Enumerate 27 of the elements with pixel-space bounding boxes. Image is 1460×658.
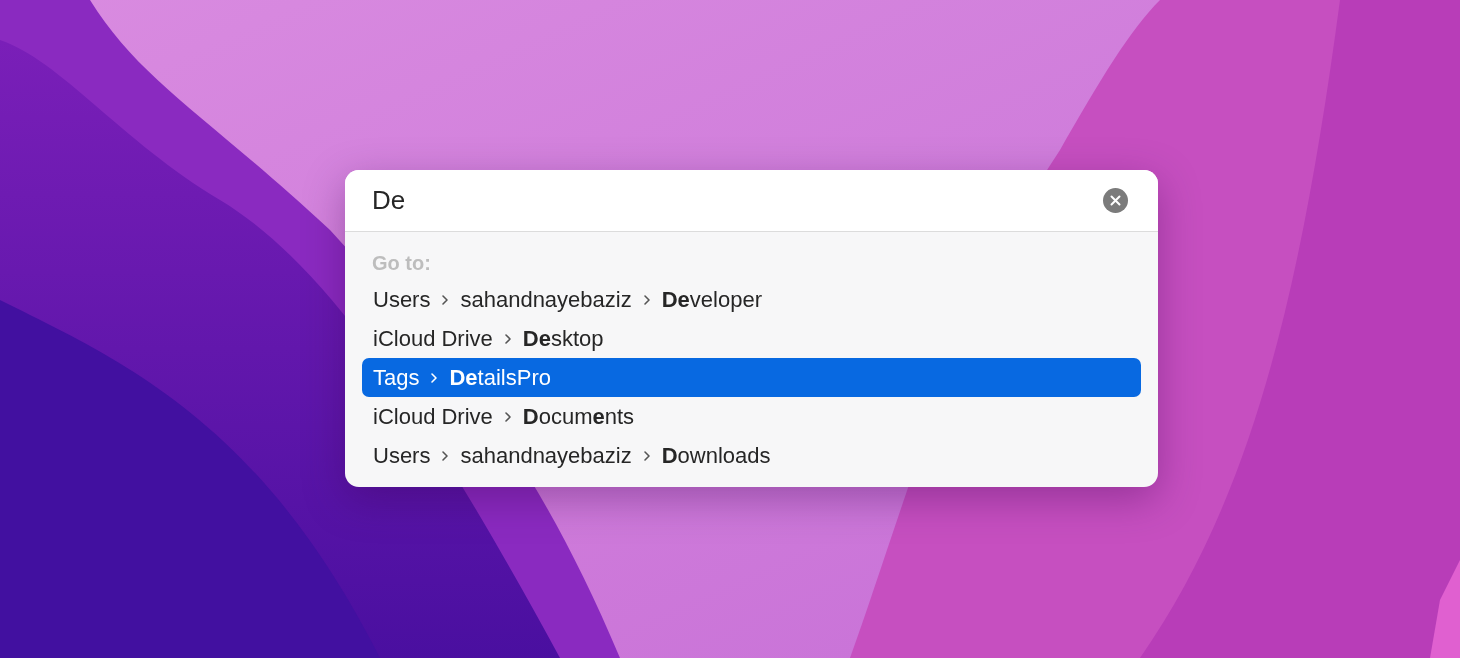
- path-label: Users: [373, 442, 431, 470]
- path-label: DetailsPro: [449, 364, 551, 392]
- section-label: Go to:: [371, 251, 432, 276]
- chevron-icon: [503, 332, 512, 345]
- path-label: sahandnayebaziz: [460, 442, 632, 470]
- path-result[interactable]: iCloud Drive Desktop: [362, 319, 1141, 358]
- chevron-icon: [642, 293, 651, 306]
- path-label: Documents: [522, 403, 635, 431]
- close-icon: [1110, 195, 1121, 206]
- search-field[interactable]: De: [345, 170, 1158, 232]
- path-result[interactable]: Users sahandnayebaziz Downloads: [362, 436, 1141, 475]
- chevron-icon: [430, 371, 439, 384]
- chevron-icon: [503, 410, 512, 423]
- path-result[interactable]: iCloud Drive Documents: [362, 397, 1141, 436]
- path-label: Developer: [661, 286, 762, 314]
- chevron-icon: [441, 293, 450, 306]
- chevron-icon: [642, 449, 651, 462]
- path-label: Downloads: [661, 442, 771, 470]
- path-label: iCloud Drive: [373, 325, 493, 353]
- path-label: Desktop: [522, 325, 604, 353]
- path-result[interactable]: Users sahandnayebaziz Developer: [362, 280, 1141, 319]
- path-label: iCloud Drive: [373, 403, 493, 431]
- path-label: sahandnayebaziz: [460, 286, 632, 314]
- path-label: Tags: [373, 364, 420, 392]
- path-label: Users: [373, 286, 431, 314]
- chevron-icon: [441, 449, 450, 462]
- path-result[interactable]: Tags DetailsPro: [362, 358, 1141, 397]
